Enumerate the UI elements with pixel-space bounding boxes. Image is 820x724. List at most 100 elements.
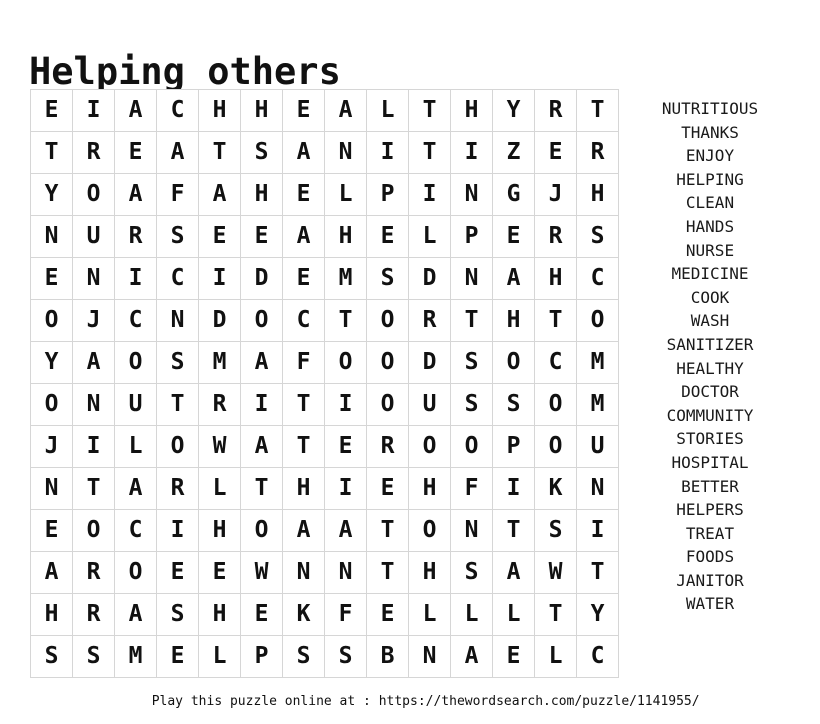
grid-cell[interactable]: E: [366, 467, 409, 510]
grid-cell[interactable]: K: [282, 593, 325, 636]
grid-cell[interactable]: C: [534, 341, 577, 384]
grid-cell[interactable]: S: [492, 383, 535, 426]
grid-cell[interactable]: L: [198, 635, 241, 678]
grid-cell[interactable]: I: [492, 467, 535, 510]
grid-cell[interactable]: R: [576, 131, 619, 174]
grid-cell[interactable]: H: [282, 467, 325, 510]
grid-cell[interactable]: U: [114, 383, 157, 426]
word-list-item[interactable]: BETTER: [628, 475, 792, 499]
grid-cell[interactable]: A: [282, 215, 325, 258]
grid-cell[interactable]: S: [282, 635, 325, 678]
grid-cell[interactable]: T: [534, 593, 577, 636]
grid-cell[interactable]: T: [366, 551, 409, 594]
grid-cell[interactable]: M: [576, 383, 619, 426]
grid-cell[interactable]: F: [282, 341, 325, 384]
grid-cell[interactable]: A: [324, 89, 367, 132]
grid-cell[interactable]: J: [534, 173, 577, 216]
grid-cell[interactable]: F: [324, 593, 367, 636]
grid-cell[interactable]: T: [198, 131, 241, 174]
grid-cell[interactable]: R: [534, 215, 577, 258]
word-search-grid[interactable]: EIACHHEALTHYRTTREATSANITIZERYOAFAHELPING…: [30, 89, 619, 678]
grid-cell[interactable]: O: [366, 341, 409, 384]
grid-cell[interactable]: L: [534, 635, 577, 678]
grid-cell[interactable]: Y: [30, 173, 73, 216]
grid-cell[interactable]: O: [576, 299, 619, 342]
word-list-item[interactable]: ENJOY: [628, 144, 792, 168]
grid-cell[interactable]: S: [576, 215, 619, 258]
grid-cell[interactable]: I: [366, 131, 409, 174]
grid-cell[interactable]: Z: [492, 131, 535, 174]
grid-cell[interactable]: H: [408, 551, 451, 594]
grid-cell[interactable]: O: [492, 341, 535, 384]
grid-cell[interactable]: E: [30, 89, 73, 132]
grid-cell[interactable]: E: [240, 593, 283, 636]
word-list-item[interactable]: JANITOR: [628, 569, 792, 593]
grid-cell[interactable]: S: [534, 509, 577, 552]
word-list-item[interactable]: MEDICINE: [628, 262, 792, 286]
grid-cell[interactable]: O: [72, 173, 115, 216]
grid-cell[interactable]: H: [492, 299, 535, 342]
grid-cell[interactable]: U: [576, 425, 619, 468]
grid-cell[interactable]: N: [450, 173, 493, 216]
grid-cell[interactable]: T: [576, 551, 619, 594]
grid-cell[interactable]: H: [450, 89, 493, 132]
grid-cell[interactable]: I: [72, 89, 115, 132]
grid-cell[interactable]: I: [576, 509, 619, 552]
grid-cell[interactable]: E: [282, 89, 325, 132]
grid-cell[interactable]: H: [324, 215, 367, 258]
grid-cell[interactable]: A: [282, 131, 325, 174]
grid-cell[interactable]: N: [408, 635, 451, 678]
grid-cell[interactable]: O: [240, 509, 283, 552]
grid-cell[interactable]: O: [240, 299, 283, 342]
grid-cell[interactable]: O: [408, 425, 451, 468]
grid-cell[interactable]: R: [72, 551, 115, 594]
grid-cell[interactable]: N: [450, 257, 493, 300]
grid-cell[interactable]: A: [240, 341, 283, 384]
grid-cell[interactable]: T: [408, 89, 451, 132]
grid-cell[interactable]: N: [282, 551, 325, 594]
grid-cell[interactable]: N: [30, 215, 73, 258]
grid-cell[interactable]: B: [366, 635, 409, 678]
grid-cell[interactable]: O: [30, 299, 73, 342]
grid-cell[interactable]: H: [240, 89, 283, 132]
grid-cell[interactable]: W: [198, 425, 241, 468]
grid-cell[interactable]: A: [198, 173, 241, 216]
grid-cell[interactable]: O: [324, 341, 367, 384]
grid-cell[interactable]: S: [156, 593, 199, 636]
grid-cell[interactable]: N: [576, 467, 619, 510]
grid-cell[interactable]: S: [450, 341, 493, 384]
grid-cell[interactable]: C: [114, 299, 157, 342]
grid-cell[interactable]: A: [114, 467, 157, 510]
letter-grid-table[interactable]: EIACHHEALTHYRTTREATSANITIZERYOAFAHELPING…: [30, 89, 619, 678]
grid-cell[interactable]: O: [534, 383, 577, 426]
grid-cell[interactable]: L: [366, 89, 409, 132]
grid-cell[interactable]: E: [366, 215, 409, 258]
grid-cell[interactable]: A: [282, 509, 325, 552]
word-list-item[interactable]: COMMUNITY: [628, 404, 792, 428]
grid-cell[interactable]: A: [492, 257, 535, 300]
grid-cell[interactable]: R: [366, 425, 409, 468]
grid-cell[interactable]: T: [240, 467, 283, 510]
grid-cell[interactable]: A: [114, 593, 157, 636]
grid-cell[interactable]: E: [156, 635, 199, 678]
grid-cell[interactable]: I: [324, 383, 367, 426]
grid-cell[interactable]: P: [366, 173, 409, 216]
grid-cell[interactable]: P: [492, 425, 535, 468]
grid-cell[interactable]: L: [408, 593, 451, 636]
grid-cell[interactable]: E: [114, 131, 157, 174]
grid-cell[interactable]: A: [114, 89, 157, 132]
word-list-item[interactable]: TREAT: [628, 522, 792, 546]
grid-cell[interactable]: Y: [492, 89, 535, 132]
grid-cell[interactable]: M: [576, 341, 619, 384]
grid-cell[interactable]: D: [408, 341, 451, 384]
grid-cell[interactable]: S: [324, 635, 367, 678]
word-list-item[interactable]: HELPERS: [628, 498, 792, 522]
grid-cell[interactable]: T: [156, 383, 199, 426]
word-list-item[interactable]: WATER: [628, 592, 792, 616]
grid-cell[interactable]: A: [240, 425, 283, 468]
grid-cell[interactable]: N: [72, 383, 115, 426]
grid-cell[interactable]: S: [366, 257, 409, 300]
grid-cell[interactable]: A: [324, 509, 367, 552]
grid-cell[interactable]: T: [282, 383, 325, 426]
grid-cell[interactable]: R: [198, 383, 241, 426]
